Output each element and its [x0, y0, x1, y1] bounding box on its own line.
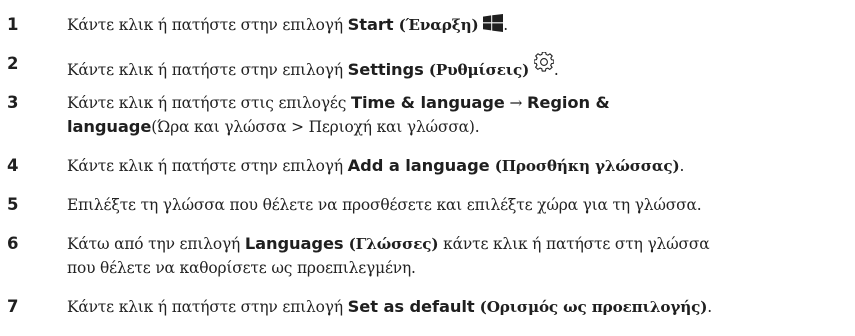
- step-number: 1: [7, 15, 19, 34]
- windows-logo-icon: [483, 14, 504, 32]
- step-text-end: κάντε κλικ ή πατήστε στη γλώσσα: [438, 235, 710, 253]
- ui-term-greek: (Ορισμός ως προεπιλογής): [474, 298, 708, 316]
- ui-term-start: Start: [347, 15, 394, 34]
- ui-term-settings: Settings: [347, 60, 424, 79]
- step-text: Επιλέξτε τη γλώσσα που θέλετε να προσθέσ…: [67, 196, 702, 214]
- step-text-end: .: [679, 157, 685, 175]
- ui-term-time-language: Time & language: [350, 93, 505, 112]
- step-text-end: .: [707, 298, 712, 316]
- step-text: Κάντε κλικ ή πατήστε στην επιλογή Set as…: [67, 295, 852, 319]
- gear-icon: [533, 52, 554, 72]
- step-number: 4: [7, 156, 19, 175]
- step-text-end: .: [503, 16, 509, 34]
- step-text: Κάντε κλικ ή πατήστε στις επιλογές Time …: [67, 91, 852, 139]
- step-text-end: (Ώρα και γλώσσα > Περιοχή και γλώσσα).: [151, 118, 480, 136]
- step-text: Κάτω από την επιλογή Languages (Γλώσσες)…: [67, 232, 852, 280]
- ui-term-greek: (Γλώσσες): [343, 235, 439, 253]
- step-text-intro: Κάντε κλικ ή πατήστε στην επιλογή: [67, 16, 348, 34]
- ui-term-greek: (Προσθήκη γλώσσας): [489, 157, 680, 175]
- step-text-end: .: [553, 61, 559, 79]
- ui-term-set-default: Set as default: [347, 297, 475, 316]
- step-text-intro: Κάντε κλικ ή πατήστε στην επιλογή: [67, 61, 348, 79]
- step-text: Κάντε κλικ ή πατήστε στην επιλογή Start …: [67, 13, 852, 37]
- step-number: 6: [7, 234, 19, 253]
- ui-term-greek: (Ρυθμίσεις): [423, 61, 530, 79]
- step-text-intro: Κάντε κλικ ή πατήστε στις επιλογές: [67, 94, 351, 112]
- ui-term-language: language: [67, 117, 152, 136]
- step-number: 7: [7, 297, 19, 316]
- step-number: 5: [7, 195, 19, 214]
- step-text-intro: Κάντε κλικ ή πατήστε στην επιλογή: [67, 157, 348, 175]
- step-number: 2: [7, 54, 19, 73]
- arrow-separator: →: [504, 94, 527, 112]
- step-number: 3: [7, 93, 19, 112]
- ui-term-greek: (Έναρξη): [393, 16, 479, 34]
- ui-term-region: Region &: [527, 93, 610, 112]
- step-text: Κάντε κλικ ή πατήστε στην επιλογή Settin…: [67, 52, 852, 82]
- ui-term-languages: Languages: [244, 234, 344, 253]
- step-text: Κάντε κλικ ή πατήστε στην επιλογή Add a …: [67, 154, 852, 178]
- ui-term-add-language: Add a language: [347, 156, 490, 175]
- step-text-line-2: που θέλετε να καθορίσετε ως προεπιλεγμέν…: [67, 259, 416, 277]
- step-text-intro: Κάτω από την επιλογή: [67, 235, 245, 253]
- step-text-line-2: language(Ώρα και γλώσσα > Περιοχή και γλ…: [67, 115, 852, 139]
- step-text-intro: Κάντε κλικ ή πατήστε στην επιλογή: [67, 298, 348, 316]
